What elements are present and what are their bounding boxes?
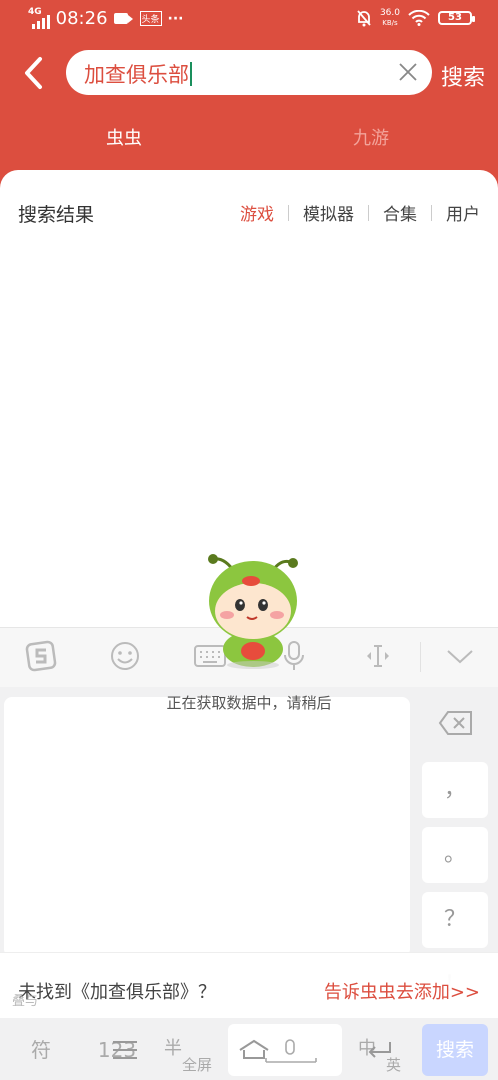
lang-switch-key[interactable]: 中 英 — [348, 1024, 414, 1076]
keyboard-bottom-row: 符 123 半 全屏 中 英 搜索 — [0, 1018, 498, 1080]
toolbar-divider — [420, 642, 421, 672]
cursor-move-icon[interactable] — [360, 638, 396, 674]
space-mic-icon — [239, 1039, 317, 1063]
results-title: 搜索结果 — [18, 204, 95, 226]
not-found-bar: 未找到《加查俱乐部》？ 告诉虫虫去添加>> — [0, 952, 498, 1018]
search-query: 加查俱乐部 — [84, 63, 189, 87]
not-found-message: 未找到《加查俱乐部》？ — [18, 982, 216, 1003]
filter-divider — [288, 204, 289, 221]
filter-divider — [431, 204, 432, 221]
network-label: 4G — [28, 7, 42, 17]
collapse-chevron-down-icon[interactable] — [442, 638, 478, 674]
request-add-link[interactable]: 告诉虫虫去添加>> — [324, 978, 480, 1004]
net-speed-unit: KB/s — [382, 19, 398, 27]
half-fullscreen-key[interactable]: 半 全屏 — [156, 1024, 222, 1076]
back-arrow-icon[interactable] — [20, 56, 50, 90]
symbols-key[interactable]: 符 — [6, 1024, 76, 1076]
keyboard-search-key[interactable]: 搜索 — [422, 1024, 488, 1076]
backspace-icon[interactable] — [438, 710, 474, 736]
watermark-text: 叠与 — [12, 994, 39, 1009]
clear-icon[interactable] — [398, 62, 418, 82]
question-key[interactable]: ？ — [422, 892, 488, 948]
video-icon — [113, 13, 133, 24]
status-bar: 4G 08:26 头条 ··· 36.0 KB/s 53 — [0, 0, 498, 40]
text-cursor — [190, 62, 192, 86]
more-notifications: ··· — [167, 10, 184, 27]
candidate-panel — [4, 697, 410, 957]
result-filters: 游戏 模拟器 合集 用户 — [240, 200, 480, 225]
filter-divider — [368, 204, 369, 221]
net-speed: 36.0 KB/s — [380, 8, 400, 28]
filter-emulators[interactable]: 模拟器 — [303, 200, 354, 225]
half-width-label: 半 — [164, 1038, 182, 1059]
battery-indicator: 53 — [438, 11, 475, 25]
menu-lines-icon[interactable] — [112, 1040, 138, 1060]
tab-chongchong[interactable]: 虫虫 — [106, 124, 142, 150]
mascot-loading-icon — [208, 554, 298, 669]
fullscreen-label: 全屏 — [182, 1056, 213, 1074]
period-key[interactable]: 。 — [422, 827, 488, 883]
app-root: 4G 08:26 头条 ··· 36.0 KB/s 53 加查俱乐部 搜索 虫虫… — [0, 0, 498, 1080]
tab-jiuyou[interactable]: 九游 — [353, 124, 389, 150]
filter-games[interactable]: 游戏 — [240, 200, 274, 225]
space-key[interactable] — [228, 1024, 342, 1076]
clock: 08:26 — [55, 8, 108, 29]
filter-users[interactable]: 用户 — [446, 200, 480, 225]
net-speed-value: 36.0 — [379, 8, 400, 18]
filter-collections[interactable]: 合集 — [383, 200, 417, 225]
mute-bell-icon — [357, 10, 371, 27]
comma-key[interactable]: ， — [422, 762, 488, 818]
sogou-logo-icon[interactable] — [24, 638, 60, 674]
emoji-icon[interactable] — [107, 638, 143, 674]
return-arrow-icon — [368, 1042, 391, 1058]
loading-text: 正在获取数据中，请稍后 — [166, 694, 332, 712]
search-input[interactable]: 加查俱乐部 — [66, 50, 432, 95]
search-button[interactable]: 搜索 — [441, 60, 485, 92]
news-badge: 头条 — [139, 11, 162, 26]
wifi-icon — [408, 10, 430, 26]
